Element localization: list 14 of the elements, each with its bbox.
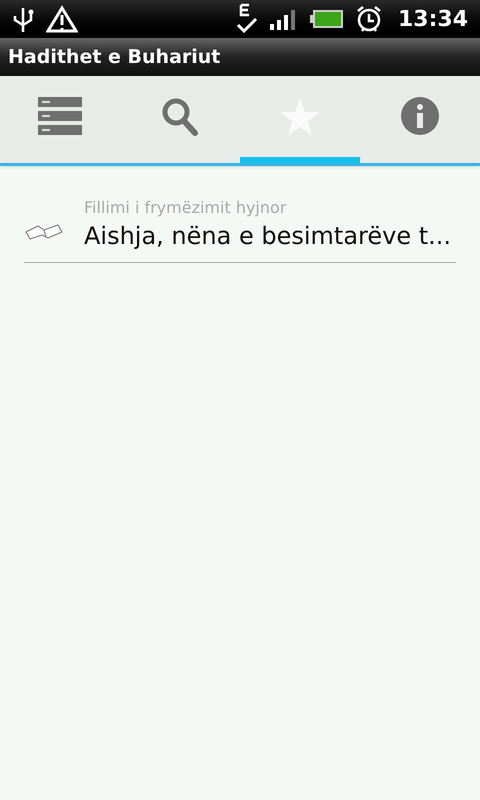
signal-icon — [270, 8, 298, 30]
window-title: Hadithet e Buhariut — [8, 44, 220, 70]
list-icon — [38, 96, 82, 136]
warning-icon — [46, 5, 78, 33]
hadith-title: Aishja, nëna e besimtarëve t... — [84, 221, 452, 252]
info-icon — [400, 96, 440, 136]
search-icon — [161, 96, 199, 136]
list-item[interactable]: Fillimi i frymëzimit hyjnor Aishja, nëna e besimtarëve t... — [24, 198, 456, 263]
book-icon — [24, 222, 64, 242]
status-time: 13:34 — [398, 6, 468, 34]
battery-icon — [310, 9, 344, 29]
chapter-label: Fillimi i frymëzimit hyjnor — [84, 198, 288, 218]
data-check-icon — [236, 3, 258, 35]
alarm-clock-icon — [356, 5, 382, 33]
